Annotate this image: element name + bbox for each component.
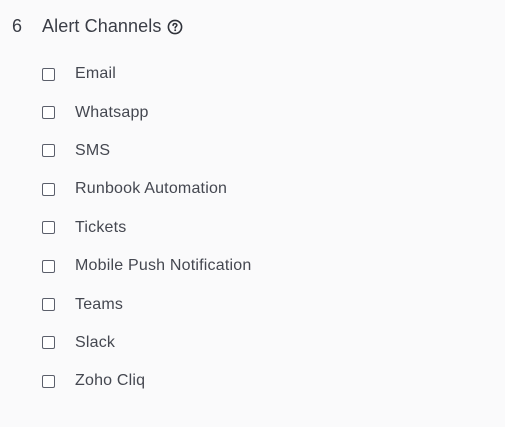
tickets-checkbox[interactable]: [42, 221, 55, 235]
alert-channel-list: Email Whatsapp SMS Runbook Automation Ti…: [42, 55, 251, 401]
question-circle-icon[interactable]: [167, 19, 183, 35]
channel-label: Teams: [75, 295, 124, 313]
channel-label: SMS: [75, 141, 111, 159]
section-title: Alert Channels: [42, 15, 162, 36]
step-number: 6: [12, 15, 23, 36]
channel-option-tickets[interactable]: Tickets: [42, 209, 251, 247]
zoho-cliq-checkbox[interactable]: [42, 374, 55, 388]
slack-checkbox[interactable]: [42, 336, 55, 350]
channel-label: Whatsapp: [75, 103, 149, 121]
sms-checkbox[interactable]: [42, 144, 55, 158]
channel-option-slack[interactable]: Slack: [42, 324, 251, 362]
channel-option-sms[interactable]: SMS: [42, 132, 251, 170]
channel-option-whatsapp[interactable]: Whatsapp: [42, 93, 251, 131]
channel-label: Email: [75, 65, 117, 83]
channel-label: Tickets: [75, 218, 127, 236]
alert-channels-section: 6 Alert Channels Email Whatsapp SMS Runb…: [0, 0, 505, 427]
channel-label: Mobile Push Notification: [75, 257, 252, 275]
channel-option-email[interactable]: Email: [42, 55, 251, 93]
channel-option-zoho-cliq[interactable]: Zoho Cliq: [42, 362, 251, 400]
channel-option-runbook-automation[interactable]: Runbook Automation: [42, 170, 251, 208]
channel-label: Zoho Cliq: [75, 372, 146, 390]
channel-option-mobile-push-notification[interactable]: Mobile Push Notification: [42, 247, 251, 285]
email-checkbox[interactable]: [42, 67, 55, 81]
mobile-push-notification-checkbox[interactable]: [42, 259, 55, 273]
section-header: 6 Alert Channels: [12, 13, 183, 39]
channel-option-teams[interactable]: Teams: [42, 285, 251, 323]
runbook-automation-checkbox[interactable]: [42, 182, 55, 196]
channel-label: Slack: [75, 333, 116, 351]
channel-label: Runbook Automation: [75, 180, 228, 198]
teams-checkbox[interactable]: [42, 298, 55, 312]
whatsapp-checkbox[interactable]: [42, 106, 55, 120]
